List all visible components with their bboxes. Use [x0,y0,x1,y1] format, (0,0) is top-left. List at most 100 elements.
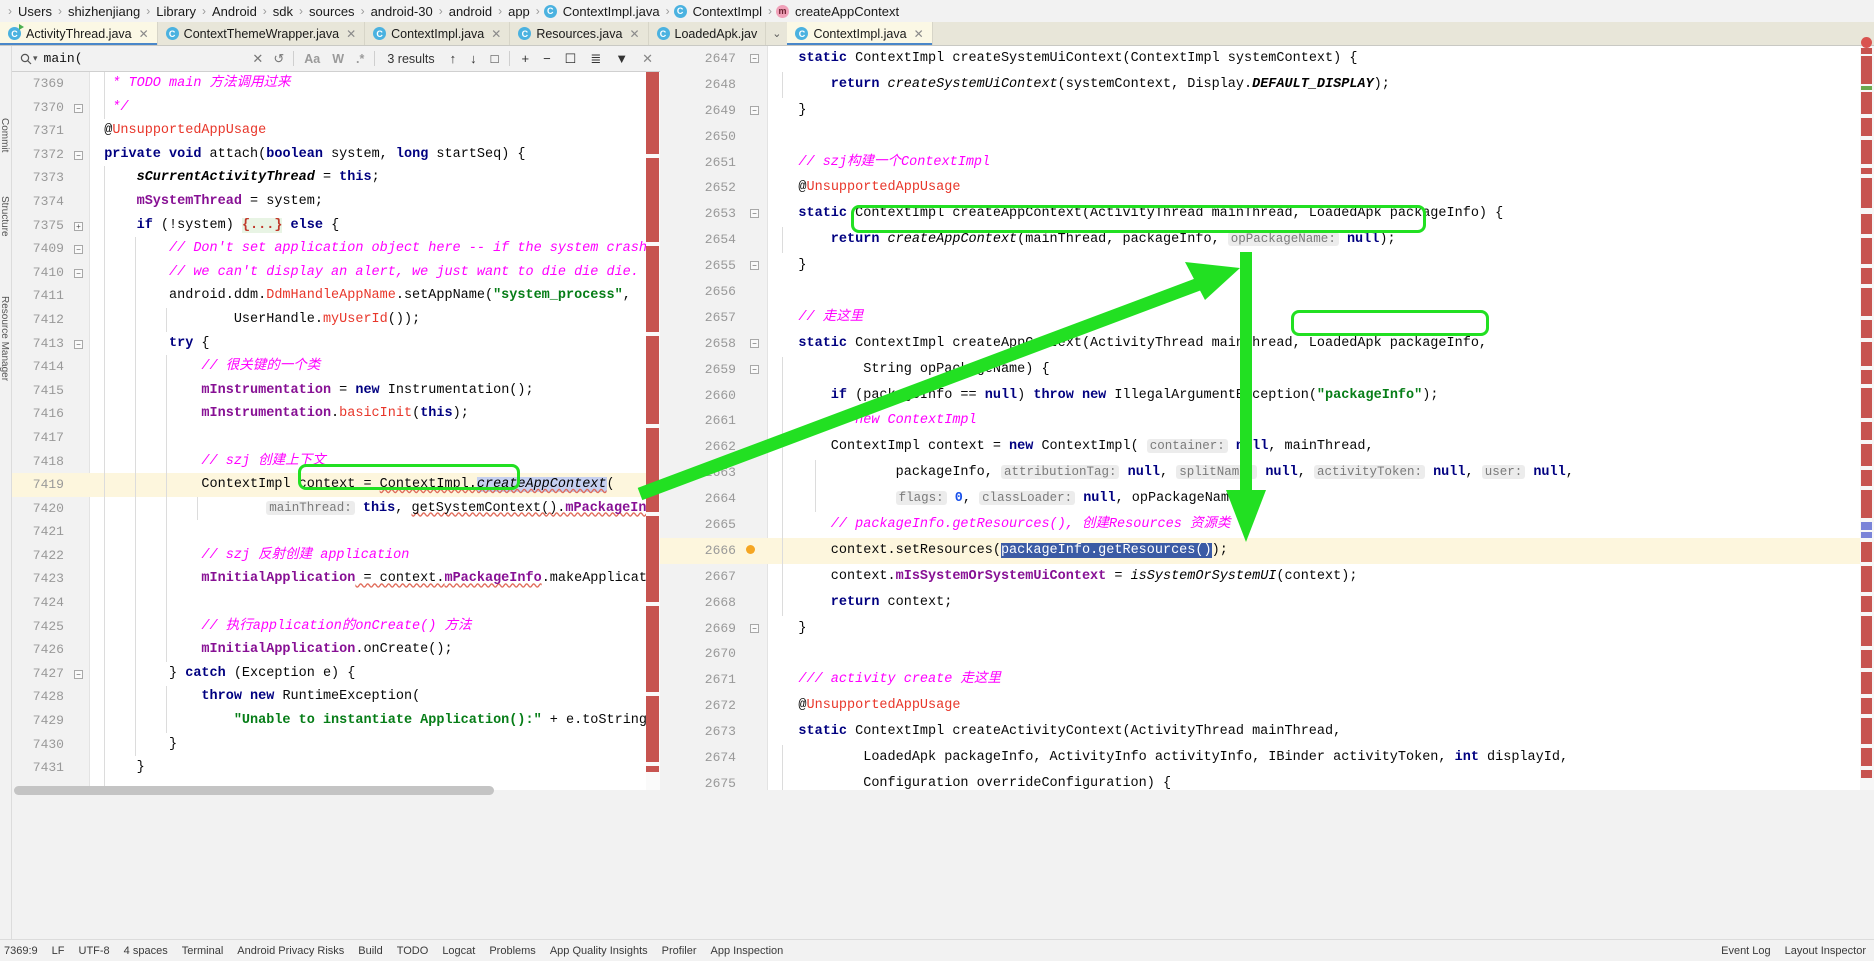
breadcrumb-item-createappcontext[interactable]: m createAppContext [776,4,901,19]
code-line[interactable]: 7411 android.ddm.DdmHandleAppName.setApp… [12,284,660,308]
close-tab-icon[interactable]: ✕ [914,27,924,41]
code-line[interactable]: 7372− private void attach(boolean system… [12,143,660,167]
code-line[interactable]: 7415 mInstrumentation = new Instrumentat… [12,379,660,403]
error-stripe-mark[interactable] [1861,140,1872,164]
code-line[interactable]: 7409− // Don't set application object he… [12,237,660,261]
code-line[interactable]: 7424 [12,591,660,615]
error-stripe-mark[interactable] [1861,470,1872,486]
match-case-toggle[interactable]: Aa [298,52,326,66]
code-line[interactable]: 2648 return createSystemUiContext(system… [660,72,1874,98]
code-line[interactable]: 7375 + if (!system) {...} else { [12,214,660,238]
code-line[interactable]: 7370− */ [12,96,660,120]
code-line[interactable]: 2669 − } [660,616,1874,642]
code-line[interactable]: 7412 UserHandle.myUserId()); [12,308,660,332]
error-stripe-mark[interactable] [1861,86,1872,90]
code-line[interactable]: 2662 ContextImpl context = new ContextIm… [660,434,1874,460]
code-line[interactable]: 2650 [660,124,1874,150]
close-tab-icon[interactable]: ✕ [139,27,149,41]
code-fold-toggle-icon[interactable]: − [750,105,759,115]
error-stripe-mark[interactable] [1861,56,1872,84]
code-line[interactable]: 7422 // szj 反射创建 application [12,544,660,568]
code-fold-toggle-icon[interactable]: − [74,150,83,160]
status-bar-item-logcat[interactable]: Logcat [442,945,475,957]
error-stripe-mark[interactable] [1861,650,1872,668]
code-line[interactable]: 2660 if (packageInfo == null) throw new … [660,383,1874,409]
code-line[interactable]: 7413− try { [12,332,660,356]
breadcrumb-item-android-30[interactable]: android-30 [369,4,435,19]
code-fold-toggle-icon[interactable]: − [74,268,83,278]
left-horizontal-scrollbar[interactable] [14,786,644,795]
find-next-icon[interactable]: ↓ [463,51,484,66]
code-fold-toggle-icon[interactable]: − [74,339,83,349]
breadcrumb-item-users[interactable]: Users [16,4,54,19]
words-toggle[interactable]: W [326,52,350,66]
breadcrumb-item-app[interactable]: app [506,4,532,19]
code-line[interactable]: 7428 throw new RuntimeException( [12,685,660,709]
status-bar-item-7369-9[interactable]: 7369:9 [4,945,38,957]
code-line[interactable]: 2675 Configuration overrideConfiguration… [660,771,1874,790]
editor-tab-contextimpl-java[interactable]: C ContextImpl.java ✕ [787,22,933,45]
group-occurrences-icon[interactable]: ≣ [583,51,608,67]
code-line[interactable]: 2670 [660,641,1874,667]
error-stripe-mark[interactable] [1861,444,1872,466]
code-line[interactable]: 7426 mInitialApplication.onCreate(); [12,638,660,662]
code-line[interactable]: 2663 packageInfo, attributionTag: null, … [660,460,1874,486]
code-line[interactable]: 7369 * TODO main 方法调用过来 [12,72,660,96]
code-line[interactable]: 2656 [660,279,1874,305]
code-line[interactable]: 2655 − } [660,253,1874,279]
status-bar-item-4-spaces[interactable]: 4 spaces [124,945,168,957]
error-stripe-mark[interactable] [1861,320,1872,338]
error-stripe-mark[interactable] [1861,522,1872,530]
error-stripe-mark[interactable] [1861,92,1872,114]
code-line[interactable]: 7421 [12,520,660,544]
breadcrumb-item-shizhenjiang[interactable]: shizhenjiang [66,4,142,19]
search-history-icon[interactable]: ↺ [268,51,289,67]
editor-tab-resources-java[interactable]: C Resources.java ✕ [510,22,649,45]
code-line[interactable]: 2658 − static ContextImpl createAppContex… [660,331,1874,357]
breadcrumb-item-sdk[interactable]: sdk [271,4,295,19]
code-line[interactable]: 7410− // we can't display an alert, we j… [12,261,660,285]
code-fold-toggle-icon[interactable]: − [74,669,83,679]
status-bar-item-build[interactable]: Build [358,945,382,957]
error-stripe-mark[interactable] [1861,566,1872,592]
code-line[interactable]: 7431 } [12,756,660,780]
breadcrumb-item-android[interactable]: android [447,4,494,19]
code-fold-toggle-icon[interactable]: − [750,623,759,633]
error-stripe-mark[interactable] [1861,238,1872,264]
error-stripe-mark[interactable] [1861,718,1872,744]
error-stripe-mark[interactable] [1861,168,1872,174]
error-stripe-mark[interactable] [1861,118,1872,136]
code-line[interactable]: 7423 mInitialApplication = context.mPack… [12,567,660,591]
right-code-area[interactable]: 2647 − static ContextImpl createSystemUiC… [660,46,1874,790]
intention-bulb-icon[interactable] [746,544,755,554]
code-line[interactable]: 2673 static ContextImpl createActivityCo… [660,719,1874,745]
code-fold-toggle-icon[interactable]: − [750,261,759,271]
find-previous-icon[interactable]: ↑ [443,51,464,66]
filter-icon[interactable]: ▼ [608,51,635,66]
error-stripe-mark[interactable] [1861,268,1872,284]
close-tab-icon[interactable]: ✕ [491,27,501,41]
code-fold-toggle-icon[interactable]: − [750,209,759,219]
breadcrumb-item-library[interactable]: Library [154,4,198,19]
code-line[interactable]: 7425 // 执行application的onCreate() 方法 [12,615,660,639]
close-find-toolbar-icon[interactable]: ✕ [635,51,660,67]
error-stripe-mark[interactable] [1861,370,1872,384]
error-stripe-mark[interactable] [1861,748,1872,766]
code-line[interactable]: 7416 mInstrumentation.basicInit(this); [12,402,660,426]
error-stripe-mark[interactable] [1861,422,1872,440]
code-line[interactable]: 2661 // new ContextImpl [660,408,1874,434]
code-line[interactable]: 2652 @UnsupportedAppUsage [660,175,1874,201]
code-line[interactable]: 2666 context.setResources(packageInfo.ge… [660,537,1874,564]
code-line[interactable]: 7420 mainThread: this, getSystemContext(… [12,497,660,521]
error-stripe-mark[interactable] [1861,214,1872,234]
editor-tab-activitythread-java[interactable]: C ActivityThread.java ✕ [0,22,158,45]
error-stripe-mark[interactable] [1861,288,1872,316]
editor-context-impl[interactable]: 2647 − static ContextImpl createSystemUiC… [660,46,1874,790]
tool-window-resource-manager[interactable]: Resource Manager [0,296,10,381]
search-history-chevron-icon[interactable]: ▾ [33,53,38,64]
code-fold-toggle-icon[interactable]: − [750,338,759,348]
select-all-occurrences-icon[interactable]: □ [484,51,506,66]
breadcrumb-item-contextimpl[interactable]: C ContextImpl [673,4,764,19]
status-bar-item-terminal[interactable]: Terminal [182,945,224,957]
code-line[interactable]: 2667 context.mIsSystemOrSystemUiContext … [660,564,1874,590]
